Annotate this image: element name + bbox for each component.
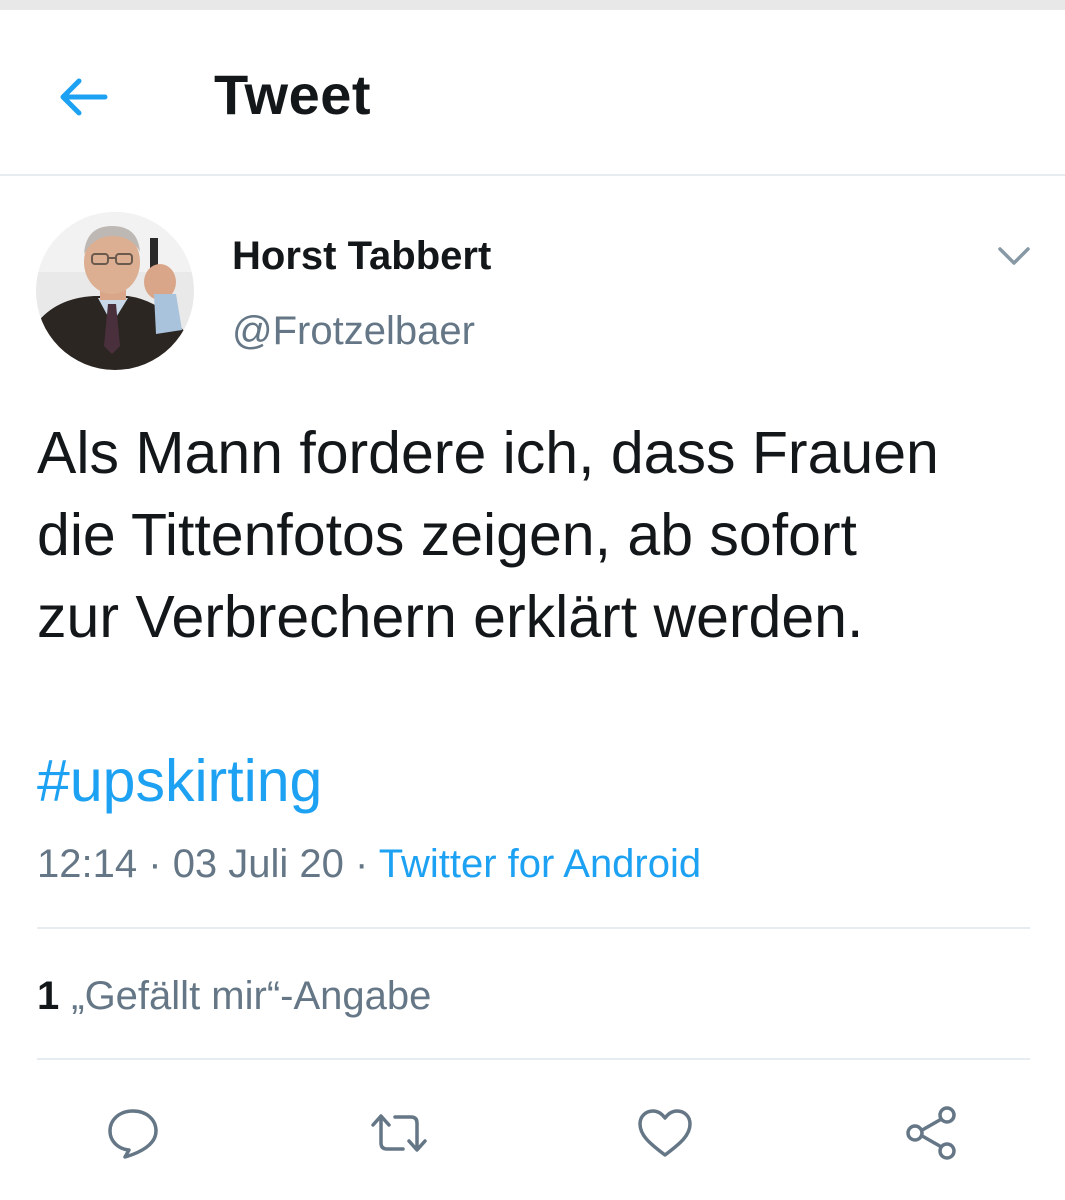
retweet-button[interactable]	[364, 1098, 434, 1168]
retweet-icon	[367, 1105, 431, 1161]
tweet-date: 03 Juli 20	[172, 842, 344, 886]
divider	[37, 1058, 1030, 1060]
reply-icon	[105, 1105, 161, 1161]
divider	[37, 927, 1030, 929]
author-handle[interactable]: @Frotzelbaer	[232, 305, 475, 357]
hashtag-link[interactable]: #upskirting	[37, 740, 322, 822]
tweet-metadata: 12:14 · 03 Juli 20 · Twitter for Android	[37, 838, 701, 890]
top-app-bar: Tweet	[0, 10, 1065, 176]
back-button[interactable]	[48, 62, 118, 132]
meta-separator: ·	[355, 842, 369, 886]
avatar[interactable]	[36, 212, 194, 370]
status-bar-strip	[0, 0, 1065, 10]
tweet-options-button[interactable]	[992, 236, 1036, 276]
share-icon	[901, 1103, 961, 1163]
like-count: 1	[37, 974, 60, 1018]
like-button[interactable]	[630, 1098, 700, 1168]
tweet-source-link[interactable]: Twitter for Android	[379, 842, 701, 886]
like-label: „Gefällt mir“-Angabe	[71, 974, 432, 1018]
reply-button[interactable]	[98, 1098, 168, 1168]
likes-count-row[interactable]: 1 „Gefällt mir“-Angabe	[37, 970, 431, 1022]
meta-separator: ·	[148, 842, 162, 886]
page-title: Tweet	[214, 63, 372, 126]
share-button[interactable]	[896, 1098, 966, 1168]
tweet-text: Als Mann fordere ich, dass Frauen die Ti…	[37, 420, 939, 650]
heart-icon	[635, 1105, 695, 1161]
chevron-down-icon	[997, 245, 1031, 267]
tweet-time: 12:14	[37, 842, 138, 886]
arrow-left-icon	[57, 77, 109, 117]
author-display-name[interactable]: Horst Tabbert	[232, 230, 491, 282]
